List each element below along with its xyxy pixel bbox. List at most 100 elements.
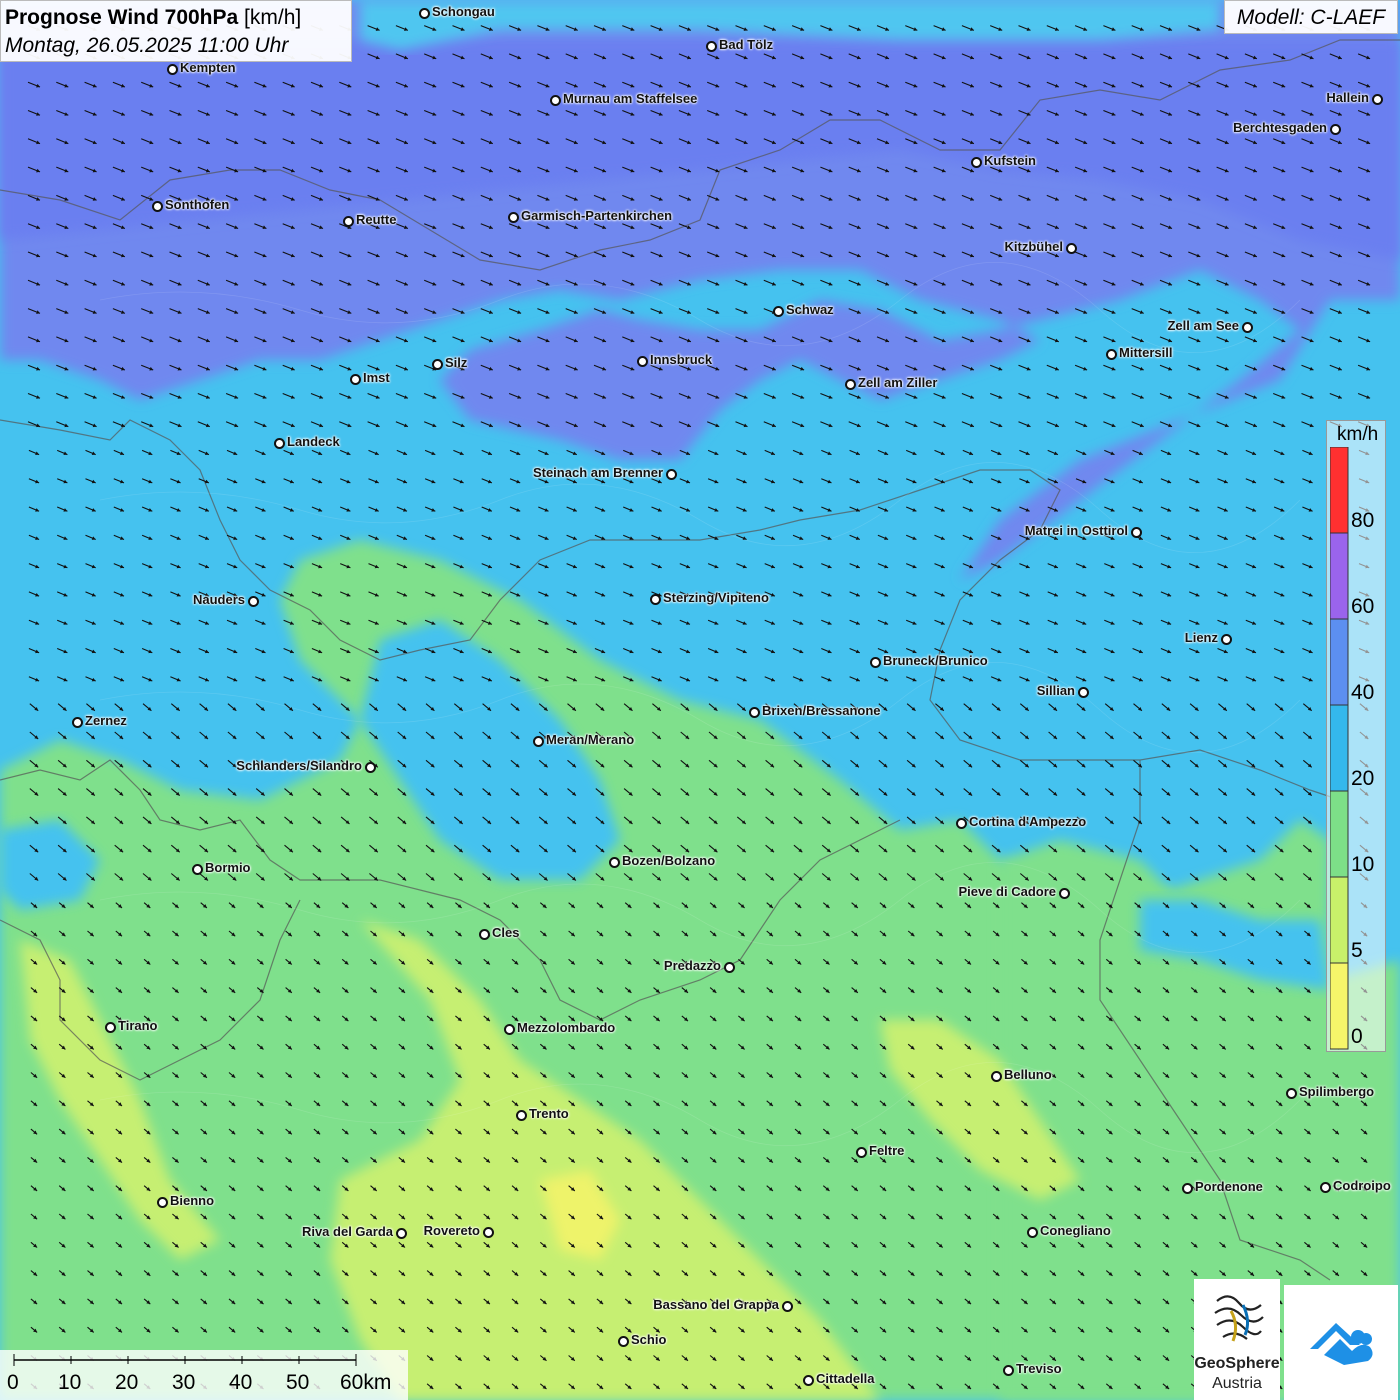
city-label[interactable]: Brixen/Bressanone	[762, 703, 881, 718]
city-label[interactable]: Zell am See	[1167, 318, 1239, 333]
city-label[interactable]: Pordenone	[1195, 1179, 1263, 1194]
city-label[interactable]: Bassano del Grappa	[653, 1297, 779, 1312]
city-label[interactable]: Matrei in Osttirol	[1025, 523, 1128, 538]
city-label[interactable]: Cortina d'Ampezzo	[969, 814, 1086, 829]
city-marker[interactable]	[666, 469, 677, 480]
city-label[interactable]: Schlanders/Silandro	[236, 758, 362, 773]
city-marker[interactable]	[749, 707, 760, 718]
city-label[interactable]: Predazzo	[664, 958, 721, 973]
city-label[interactable]: Feltre	[869, 1143, 904, 1158]
city-marker[interactable]	[248, 596, 259, 607]
city-marker[interactable]	[396, 1228, 407, 1239]
city-marker[interactable]	[1106, 349, 1117, 360]
weather-app-logo[interactable]	[1284, 1285, 1398, 1400]
city-marker[interactable]	[105, 1022, 116, 1033]
city-marker[interactable]	[483, 1227, 494, 1238]
city-label[interactable]: Bormio	[205, 860, 251, 875]
city-label[interactable]: Belluno	[1004, 1067, 1052, 1082]
city-marker[interactable]	[432, 359, 443, 370]
city-label[interactable]: Spilimbergo	[1299, 1084, 1374, 1099]
city-label[interactable]: Imst	[363, 370, 390, 385]
city-label[interactable]: Sillian	[1037, 683, 1075, 698]
geosphere-logo[interactable]: GeoSphere Austria	[1194, 1279, 1280, 1400]
city-label[interactable]: Riva del Garda	[302, 1224, 393, 1239]
city-label[interactable]: Lienz	[1185, 630, 1218, 645]
city-label[interactable]: Murnau am Staffelsee	[563, 91, 697, 106]
city-marker[interactable]	[157, 1197, 168, 1208]
city-marker[interactable]	[856, 1147, 867, 1158]
city-marker[interactable]	[343, 216, 354, 227]
city-marker[interactable]	[479, 929, 490, 940]
city-marker[interactable]	[956, 818, 967, 829]
city-label[interactable]: Kempten	[180, 60, 236, 75]
city-label[interactable]: Landeck	[287, 434, 340, 449]
city-marker[interactable]	[1131, 527, 1142, 538]
city-marker[interactable]	[803, 1375, 814, 1386]
city-marker[interactable]	[1182, 1183, 1193, 1194]
city-marker[interactable]	[274, 438, 285, 449]
city-marker[interactable]	[724, 962, 735, 973]
city-label[interactable]: Steinach am Brenner	[533, 465, 663, 480]
city-marker[interactable]	[1066, 243, 1077, 254]
city-marker[interactable]	[845, 379, 856, 390]
city-label[interactable]: Schio	[631, 1332, 666, 1347]
city-marker[interactable]	[1059, 888, 1070, 899]
city-marker[interactable]	[167, 64, 178, 75]
city-marker[interactable]	[650, 594, 661, 605]
city-label[interactable]: Bienno	[170, 1193, 214, 1208]
city-label[interactable]: Berchtesgaden	[1233, 120, 1327, 135]
city-marker[interactable]	[508, 212, 519, 223]
city-label[interactable]: Reutte	[356, 212, 396, 227]
city-label[interactable]: Hallein	[1326, 90, 1369, 105]
city-marker[interactable]	[991, 1071, 1002, 1082]
city-marker[interactable]	[1330, 124, 1341, 135]
city-label[interactable]: Codroipo	[1333, 1178, 1391, 1193]
city-label[interactable]: Meran/Merano	[546, 732, 634, 747]
city-marker[interactable]	[192, 864, 203, 875]
city-marker[interactable]	[706, 41, 717, 52]
city-marker[interactable]	[773, 306, 784, 317]
city-marker[interactable]	[1078, 687, 1089, 698]
city-label[interactable]: Bruneck/Brunico	[883, 653, 988, 668]
city-label[interactable]: Zell am Ziller	[858, 375, 937, 390]
city-marker[interactable]	[1372, 94, 1383, 105]
city-label[interactable]: Conegliano	[1040, 1223, 1111, 1238]
city-label[interactable]: Trento	[529, 1106, 569, 1121]
city-marker[interactable]	[1221, 634, 1232, 645]
city-marker[interactable]	[618, 1336, 629, 1347]
city-marker[interactable]	[550, 95, 561, 106]
city-label[interactable]: Nauders	[193, 592, 245, 607]
city-label[interactable]: Pieve di Cadore	[958, 884, 1056, 899]
city-label[interactable]: Cittadella	[816, 1371, 875, 1386]
city-marker[interactable]	[350, 374, 361, 385]
city-marker[interactable]	[609, 857, 620, 868]
city-label[interactable]: Kitzbühel	[1005, 239, 1064, 254]
city-marker[interactable]	[365, 762, 376, 773]
city-label[interactable]: Kufstein	[984, 153, 1036, 168]
city-label[interactable]: Tirano	[118, 1018, 158, 1033]
city-label[interactable]: Schwaz	[786, 302, 834, 317]
city-marker[interactable]	[870, 657, 881, 668]
city-label[interactable]: Schongau	[432, 4, 495, 19]
city-marker[interactable]	[533, 736, 544, 747]
city-label[interactable]: Innsbruck	[650, 352, 712, 367]
city-label[interactable]: Treviso	[1016, 1361, 1062, 1376]
city-label[interactable]: Bozen/Bolzano	[622, 853, 715, 868]
city-label[interactable]: Zernez	[85, 713, 127, 728]
city-marker[interactable]	[1027, 1227, 1038, 1238]
city-label[interactable]: Rovereto	[424, 1223, 480, 1238]
city-label[interactable]: Silz	[445, 355, 467, 370]
city-label[interactable]: Sterzing/Vipiteno	[663, 590, 769, 605]
city-marker[interactable]	[504, 1024, 515, 1035]
city-marker[interactable]	[1242, 322, 1253, 333]
city-marker[interactable]	[72, 717, 83, 728]
city-label[interactable]: Mezzolombardo	[517, 1020, 615, 1035]
city-marker[interactable]	[971, 157, 982, 168]
city-marker[interactable]	[1320, 1182, 1331, 1193]
city-label[interactable]: Mittersill	[1119, 345, 1172, 360]
city-label[interactable]: Garmisch-Partenkirchen	[521, 208, 672, 223]
city-marker[interactable]	[516, 1110, 527, 1121]
city-marker[interactable]	[637, 356, 648, 367]
city-marker[interactable]	[152, 201, 163, 212]
city-marker[interactable]	[419, 8, 430, 19]
